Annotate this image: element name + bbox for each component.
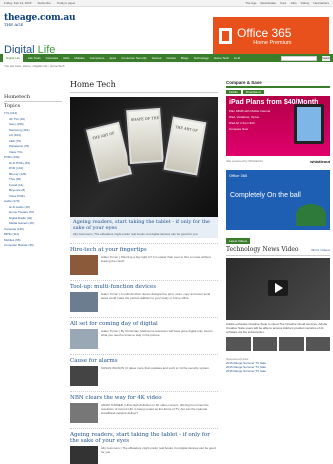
sponsor-row: Site powered by WhistleOut whistleout — [226, 159, 330, 164]
tab-broadband[interactable]: Broadband — [242, 90, 264, 94]
story-item: All set for coming day of digital Adam Tu… — [70, 317, 218, 349]
video-thumb[interactable] — [279, 337, 304, 351]
story-dek: Ally Gommers | The eReaders might prefer… — [101, 446, 216, 454]
tab-mobile[interactable]: Mobile — [226, 90, 241, 94]
nav-item[interactable]: Games — [152, 56, 162, 60]
breadcrumb: You are here: Home › Digital Life › Home… — [4, 64, 65, 68]
story-item: Tool-up: multi-function devices Adam Turn… — [70, 280, 218, 312]
video-thumbs — [226, 337, 330, 351]
nav-item[interactable]: Consumer Security — [121, 56, 147, 60]
story-headline[interactable]: NBN clears the way for 4K video — [70, 395, 218, 401]
ipad-icon — [294, 104, 324, 144]
nav-item[interactable]: Home Tech — [214, 56, 229, 60]
story-thumbnail[interactable] — [70, 403, 98, 423]
ad-image — [296, 204, 326, 226]
story-thumbnail[interactable] — [70, 446, 98, 464]
story-item: NBN clears the way for 4K video ADAM TURN… — [70, 391, 218, 423]
sponsored-link[interactable]: 2015 Range Summer TV Sale — [226, 369, 330, 373]
video-head: Technology News Video More videos — [226, 244, 330, 256]
page-title: Home Tech — [70, 80, 218, 93]
right-column: Compare & Save Mobile Broadband iPad Pla… — [226, 80, 330, 373]
video-tag: Latest Videos — [226, 238, 251, 244]
nav-item[interactable]: Culture — [166, 56, 176, 60]
office-ad-2[interactable]: Office 365 Completely On the ball — [226, 170, 330, 230]
story-thumbnail[interactable] — [70, 255, 98, 275]
video-thumb[interactable] — [305, 337, 330, 351]
sponsored-links: Sponsored Links 2015 Range Summer TV Sal… — [226, 357, 330, 373]
story-thumbnail[interactable] — [70, 329, 98, 349]
story-headline[interactable]: All set for coming day of digital — [70, 321, 218, 327]
top-link[interactable]: The Age — [245, 1, 256, 5]
story-thumbnail[interactable] — [70, 292, 98, 312]
date-text: Friday, Feb 13, 2015 — [4, 1, 32, 5]
subscribe-link[interactable]: Subscribe — [37, 1, 50, 5]
nav-item[interactable]: Gifts — [63, 56, 69, 60]
site-logo[interactable]: theage.com.au THE AGE — [4, 13, 76, 27]
ad-title: Office 365 — [237, 26, 292, 40]
brand-row: theage.com.au THE AGE Digital Life Offic… — [0, 7, 333, 56]
ad-headline: Completely On the ball — [230, 192, 301, 199]
nav-item[interactable]: Mobiles — [74, 56, 84, 60]
main-content: Home Tech THE ART OF SHAPE OF THE THE AR… — [70, 80, 218, 464]
story-item: Cause for alarms SUSAN WILSON | It takes … — [70, 354, 218, 386]
more-videos-link[interactable]: More videos — [311, 248, 330, 252]
story-dek: SUSAN WILSON | It takes more than update… — [101, 366, 210, 370]
nav-item[interactable]: Hi-Fi — [234, 56, 240, 60]
hero-caption: Ageing readers, start taking the tablet … — [70, 217, 218, 238]
top-link[interactable]: Newsletters — [313, 1, 329, 5]
search-button[interactable]: Search — [322, 55, 330, 61]
nav-item[interactable]: Computers — [90, 56, 105, 60]
top-link[interactable]: Real Estate — [260, 1, 276, 5]
hero-headline[interactable]: Ageing readers, start taking the tablet … — [73, 219, 215, 231]
hero-dek: Ally Gommers | The eReaders might prefer… — [73, 232, 199, 236]
video-caption: Adobe exhausts Creative Suite to cloud T… — [226, 322, 328, 334]
nav-item-digital-life[interactable]: Digital Life — [3, 54, 24, 62]
top-strip: Friday, Feb 13, 2015 Subscribe Today's p… — [0, 0, 333, 7]
top-link[interactable]: Dating — [301, 1, 310, 5]
compare-tabs: Mobile Broadband — [226, 90, 330, 94]
topics-sidebar: Hometech Topics TVs (214) 4K TVs (19) Sony… — [4, 94, 62, 249]
top-link[interactable]: Cars — [280, 1, 286, 5]
hero-image[interactable]: THE ART OF SHAPE OF THE THE ART OF — [70, 97, 218, 217]
todays-paper-link[interactable]: Today's paper — [57, 1, 76, 5]
video-player[interactable] — [226, 258, 330, 320]
nav-item[interactable]: Technology — [194, 56, 209, 60]
story-item: Hire-tech at your fingertips Adam Turner … — [70, 243, 218, 275]
video-thumb[interactable] — [226, 337, 251, 351]
nav-item[interactable]: Apps — [109, 56, 116, 60]
sidebar-item[interactable]: Computer Brands (39) — [4, 243, 62, 249]
main-nav: Digital Life Life Tools Consoles Gifts M… — [0, 54, 333, 62]
story-headline[interactable]: Hire-tech at your fingertips — [70, 247, 218, 253]
whistleout-logo[interactable]: whistleout — [310, 159, 330, 164]
story-dek: Adam Turner | A multi-function device de… — [101, 292, 211, 300]
office-logo-icon — [219, 28, 232, 44]
story-headline[interactable]: Cause for alarms — [70, 358, 218, 364]
top-link[interactable]: Jobs — [290, 1, 296, 5]
nav-item[interactable]: Blogs — [181, 56, 189, 60]
ad-brand: Office 365 — [229, 173, 248, 178]
search-input[interactable] — [281, 55, 317, 61]
nav-item[interactable]: Life Tools — [28, 56, 41, 60]
sidebar-head: Hometech — [4, 94, 62, 102]
story-headline[interactable]: Tool-up: multi-function devices — [70, 284, 218, 290]
story-dek: Adam Turner | By Christmas, Melbourne te… — [101, 329, 213, 337]
sidebar-subhead: Topics — [4, 103, 21, 109]
tablet-image: THE ART OF — [161, 114, 209, 178]
ipad-plans-ad[interactable]: iPad Plans from $40/Month Plan 18GB with… — [226, 96, 330, 156]
video-title: Technology News Video — [226, 246, 299, 253]
play-icon[interactable] — [268, 280, 288, 296]
story-dek: Adam Turner | Planning a big night in? I… — [101, 255, 211, 263]
story-headline[interactable]: Ageing readers, start taking the tablet … — [70, 432, 218, 444]
nav-item[interactable]: Consoles — [46, 56, 59, 60]
sponsor-label: Site powered by WhistleOut — [226, 159, 264, 163]
ad-subtitle: Home Premium — [253, 40, 292, 46]
story-dek: ADAM TURNER | Ultra-high-definition or 4… — [101, 403, 209, 415]
video-thumb[interactable] — [252, 337, 277, 351]
tablet-image: SHAPE OF THE — [124, 105, 166, 167]
story-thumbnail[interactable] — [70, 366, 98, 386]
compare-head: Compare & Save — [226, 80, 330, 88]
story-item: Ageing readers, start taking the tablet … — [70, 428, 218, 464]
video-module: Latest Videos Technology News Video More… — [226, 238, 330, 351]
office-365-ad[interactable]: Office 365 Home Premium — [213, 17, 329, 55]
